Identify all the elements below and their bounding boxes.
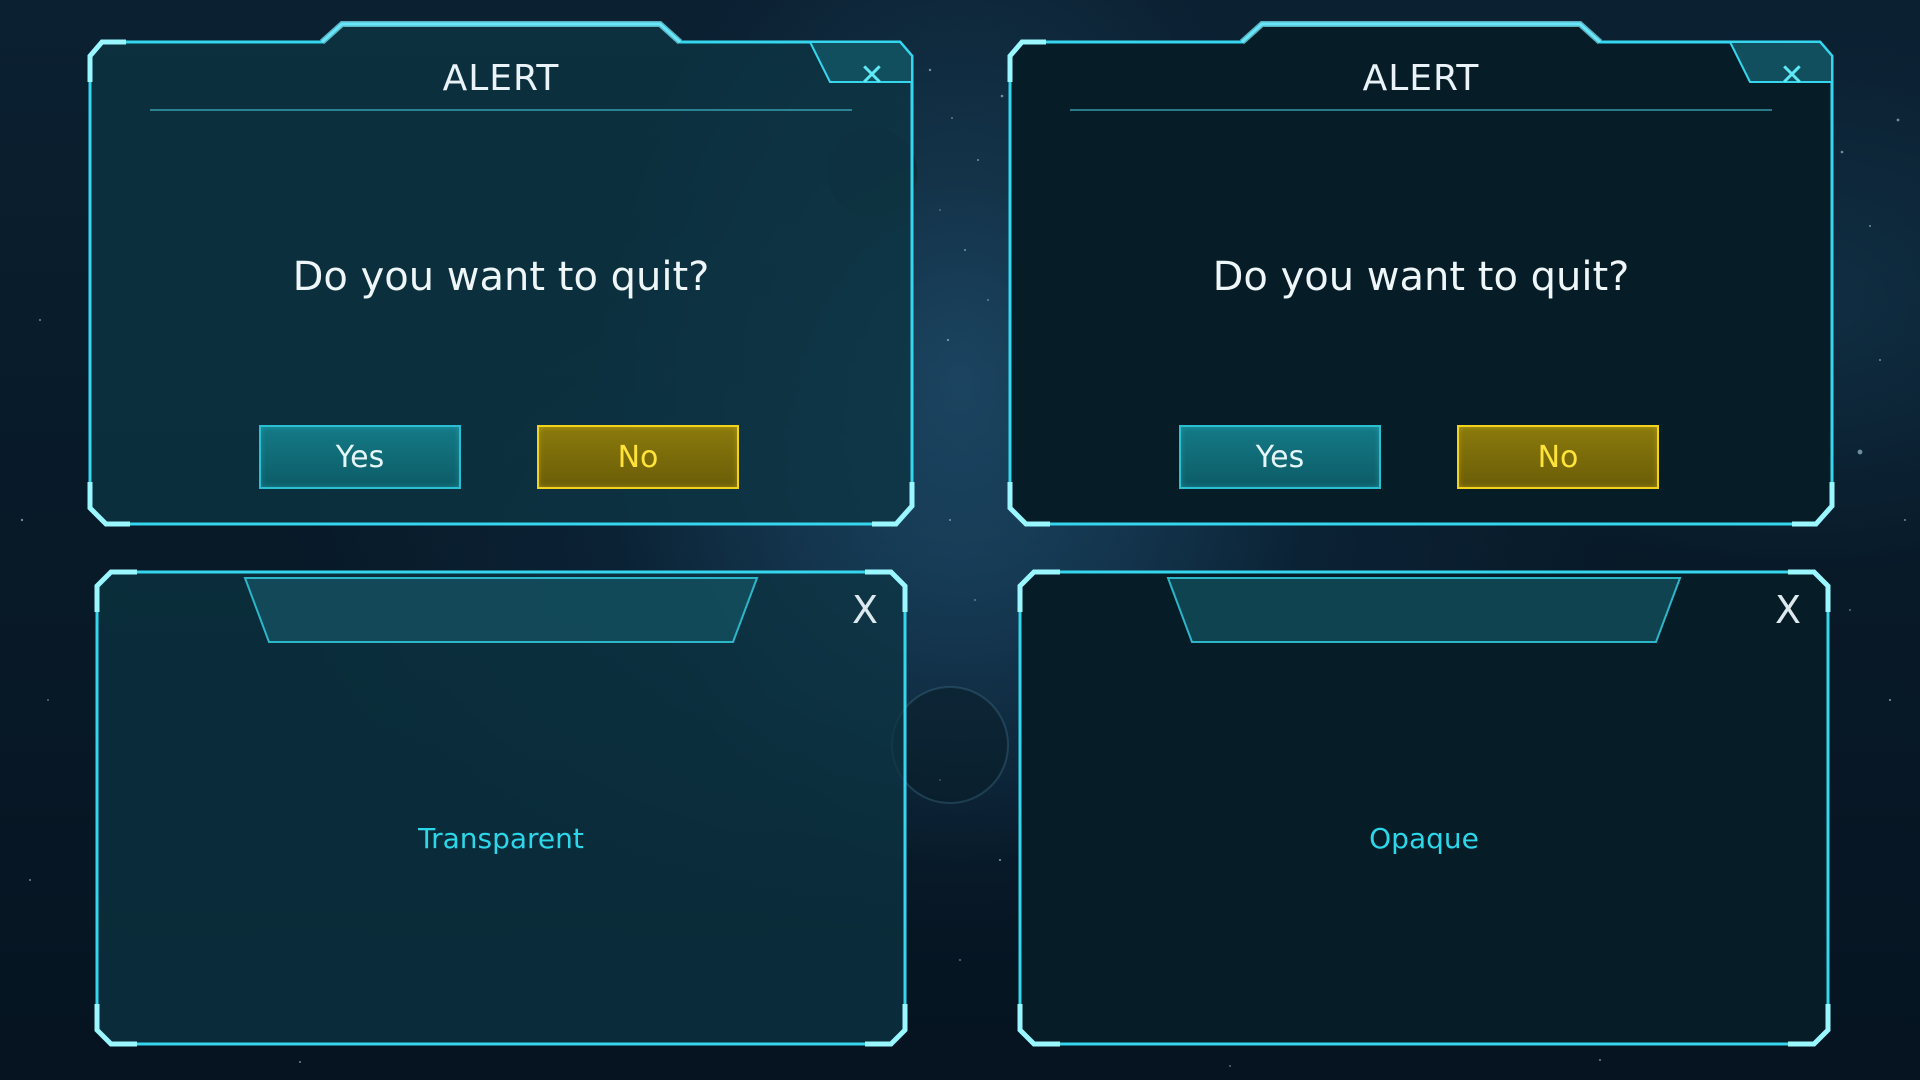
alert-dialog-opaque: ALERT ✕ Do you want to quit? Yes No bbox=[1007, 12, 1835, 527]
yes-button[interactable]: Yes bbox=[1179, 425, 1381, 489]
window-frame bbox=[94, 569, 908, 1047]
close-icon[interactable]: ✕ bbox=[854, 58, 890, 94]
close-icon[interactable]: X bbox=[845, 590, 885, 630]
dialog-title: ALERT bbox=[1362, 58, 1480, 99]
no-button[interactable]: No bbox=[537, 425, 739, 489]
dialog-message: Do you want to quit? bbox=[1212, 254, 1630, 300]
dialog-title: ALERT bbox=[442, 58, 560, 99]
yes-button[interactable]: Yes bbox=[259, 425, 461, 489]
window-label: Transparent bbox=[418, 822, 584, 855]
window-panel-opaque: X Opaque bbox=[1017, 569, 1831, 1047]
close-icon[interactable]: ✕ bbox=[1774, 58, 1810, 94]
no-button[interactable]: No bbox=[1457, 425, 1659, 489]
dialog-message: Do you want to quit? bbox=[292, 254, 710, 300]
window-panel-transparent: X Transparent bbox=[94, 569, 908, 1047]
alert-dialog-transparent: ALERT ✕ Do you want to quit? Yes No bbox=[87, 12, 915, 527]
window-frame bbox=[1017, 569, 1831, 1047]
window-label: Opaque bbox=[1369, 822, 1479, 855]
close-icon[interactable]: X bbox=[1768, 590, 1808, 630]
